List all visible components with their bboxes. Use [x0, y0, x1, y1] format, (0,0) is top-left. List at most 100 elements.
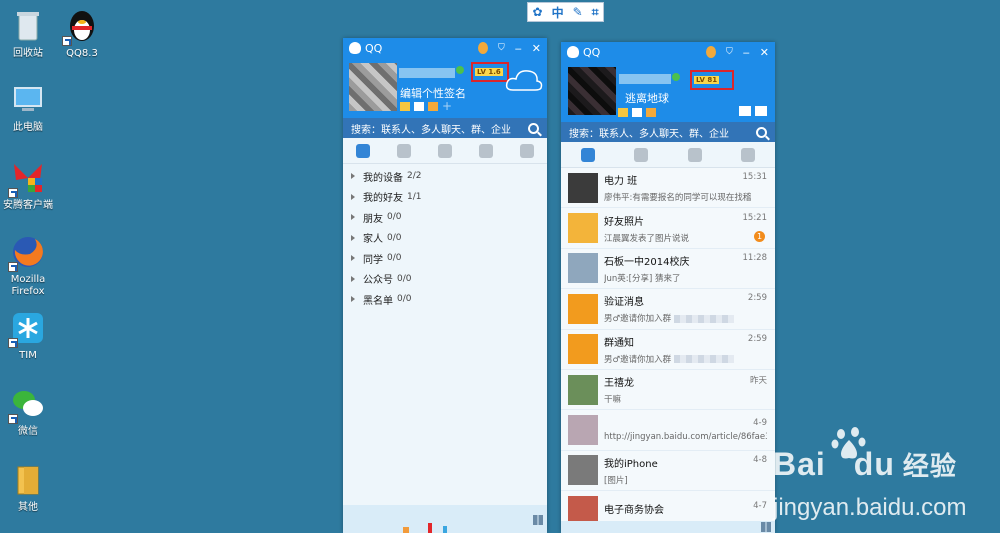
contact-group[interactable]: 同学 0/0 [343, 248, 547, 269]
desktop-icon-wechat[interactable]: 微信 [0, 386, 56, 438]
desktop-icon-label: 此电脑 [13, 122, 43, 133]
close-button[interactable]: ✕ [532, 42, 541, 55]
tab-contacts-icon[interactable] [634, 147, 649, 162]
search-bar[interactable]: 搜索：联系人、多人聊天、群、企业 [343, 118, 547, 138]
main-tabs [343, 138, 547, 164]
medal-icon[interactable] [706, 46, 717, 58]
desktop-icon-tim[interactable]: TIM [0, 310, 56, 362]
wechat-icon [8, 386, 46, 424]
conversation-item[interactable]: 4-9 http://jingyan.baidu.com/article/86fa… [561, 410, 775, 451]
firefox-icon [8, 234, 46, 272]
crop-icon[interactable]: ⌗ [592, 5, 599, 20]
conversation-item[interactable]: 王禧龙 昨天 干嘛 [561, 369, 775, 411]
shield-icon[interactable]: ⛉ [726, 47, 733, 57]
mail-icon[interactable] [632, 108, 642, 117]
conversation-time: 15:21 [742, 212, 768, 223]
signature-text[interactable]: 编辑个性签名 [400, 85, 466, 101]
conversation-item[interactable]: 石板一中2014校庆 11:28 Jun英:[分享] 猜来了 [561, 248, 775, 290]
desktop-icon-recycle-bin[interactable]: 回收站 [0, 8, 56, 60]
medal-icon[interactable] [478, 42, 489, 54]
level-badge[interactable]: LV 81 [690, 70, 734, 90]
star-icon[interactable] [400, 102, 410, 111]
conversation-list: 电力 班 15:31 廖伟平:有需要报名的同学可以现在找稽 好友照片 15:21 江晨翼发… [561, 168, 775, 532]
contact-group[interactable]: 公众号 0/0 [343, 269, 547, 290]
tab-messages-icon[interactable] [580, 147, 595, 162]
avatar[interactable] [349, 63, 397, 111]
pen-icon[interactable]: ✎ [573, 5, 583, 19]
watermark-brand-part1: Bai [773, 446, 826, 482]
tab-favorites-icon[interactable] [397, 143, 412, 158]
desktop-icon-security-client[interactable]: 安腾客户端 [0, 160, 56, 212]
close-button[interactable]: ✕ [760, 46, 769, 59]
shortcut-arrow-icon [8, 414, 18, 424]
skin-shirt-icon[interactable] [739, 106, 751, 116]
group-count: 0/0 [387, 253, 402, 264]
ime-mode-toggle[interactable]: 中 [552, 4, 564, 21]
online-status-icon[interactable] [456, 66, 464, 74]
level-badge[interactable]: LV 1.6 [471, 62, 509, 82]
avatar[interactable] [568, 67, 616, 115]
desktop-icon-this-pc[interactable]: 此电脑 [0, 82, 56, 134]
search-input[interactable]: 搜索：联系人、多人聊天、群、企业 [351, 121, 511, 136]
qq-logo-icon [349, 42, 361, 54]
paw-icon[interactable]: ✿ [533, 5, 543, 19]
minimize-button[interactable]: ‒ [515, 42, 522, 55]
conversation-item[interactable]: 我的iPhone 4-8 [图片] [561, 450, 775, 492]
recycle-bin-icon [10, 8, 46, 44]
minimize-button[interactable]: ‒ [743, 46, 750, 59]
tab-phone-icon[interactable] [519, 143, 534, 158]
wallet-icon[interactable] [428, 102, 438, 111]
conversation-item[interactable]: 好友照片 15:21 江晨翼发表了图片说说 1 [561, 208, 775, 249]
contact-group[interactable]: 家人 0/0 [343, 228, 547, 249]
wallet-icon[interactable] [646, 108, 656, 117]
mail-icon[interactable] [414, 102, 424, 111]
conversation-item[interactable]: 验证消息 2:59 男♂邀请你加入群 [561, 289, 775, 330]
tab-messages-icon[interactable] [478, 143, 493, 158]
qq-header: QQ ⛉ ‒ ✕ LV 1.6 编辑个性签名 + [343, 38, 547, 118]
search-bar[interactable]: 搜索：联系人、多人聊天、群、企业 [561, 122, 775, 142]
conversation-avatar [568, 455, 598, 486]
conversation-name: 电力 班 [604, 176, 638, 188]
tab-contacts-icon[interactable] [356, 143, 371, 158]
contact-group[interactable]: 黑名单 0/0 [343, 289, 547, 310]
conversation-body: 群通知 2:59 男♂邀请你加入群 [604, 334, 775, 365]
conversation-item[interactable]: 群通知 2:59 男♂邀请你加入群 [561, 329, 775, 370]
online-status-icon[interactable] [672, 73, 680, 81]
conversation-preview: Jun英:[分享] 猜来了 [604, 273, 681, 284]
conversation-avatar [568, 253, 598, 284]
app-grid-icon[interactable] [533, 515, 543, 525]
search-input[interactable]: 搜索：联系人、多人聊天、群、企业 [569, 125, 729, 140]
shield-icon[interactable]: ⛉ [498, 43, 505, 53]
search-icon[interactable] [528, 122, 539, 134]
contact-group[interactable]: 我的好友 1/1 [343, 187, 547, 208]
desktop-icon-other-folder[interactable]: 其他 [0, 462, 56, 514]
cloud-weather-icon[interactable] [505, 66, 543, 94]
desktop-icon-qq[interactable]: QQ8.3 [54, 8, 110, 60]
watermark-cn: 经验 [902, 451, 957, 481]
signature-text[interactable]: 逃离地球 [625, 90, 669, 106]
conversation-item[interactable]: 电力 班 15:31 廖伟平:有需要报名的同学可以现在找稽 [561, 168, 775, 209]
desktop-icon-firefox[interactable]: Mozilla Firefox [0, 234, 56, 298]
monitor-icon [10, 82, 46, 118]
conversation-body: 王禧龙 昨天 干嘛 [604, 374, 775, 405]
tab-groups-icon[interactable] [437, 143, 452, 158]
star-icon[interactable] [618, 108, 628, 117]
contact-group[interactable]: 我的设备 2/2 [343, 166, 547, 187]
app-grid-icon[interactable] [761, 522, 771, 532]
search-icon[interactable] [756, 126, 767, 138]
tab-favorites-icon[interactable] [741, 147, 756, 162]
desktop-icon-label: TIM [19, 350, 37, 361]
contact-group[interactable]: 朋友 0/0 [343, 207, 547, 228]
conversation-body: 验证消息 2:59 男♂邀请你加入群 [604, 293, 775, 324]
tab-groups-icon[interactable] [687, 147, 702, 162]
ime-toolbar[interactable]: ✿ 中 ✎ ⌗ [527, 2, 604, 22]
conversation-body: 石板一中2014校庆 11:28 Jun英:[分享] 猜来了 [604, 253, 775, 284]
qq-penguin-icon [62, 8, 100, 46]
quick-icons: + [400, 100, 452, 112]
add-icon[interactable]: + [442, 100, 452, 112]
conversation-time: 11:28 [742, 252, 768, 263]
qq-logo-icon [567, 46, 579, 58]
app-manager-icon[interactable] [755, 106, 767, 116]
desktop-icon-label: QQ8.3 [66, 48, 98, 59]
bottom-toolbar [561, 521, 775, 533]
